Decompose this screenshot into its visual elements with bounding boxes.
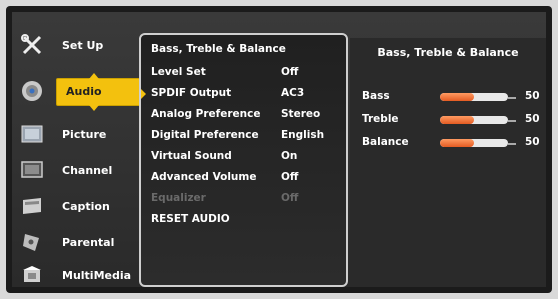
slider-track[interactable] xyxy=(440,93,508,101)
menu-item-reset-audio[interactable]: RESET AUDIO xyxy=(151,213,336,233)
detail-panel: Bass, Treble & Balance Bass 50 Treble 50… xyxy=(350,38,546,286)
sidebar-item-label: Caption xyxy=(62,199,110,213)
menu-item-value: On xyxy=(281,150,298,162)
menu-item-digital-preference[interactable]: Digital Preference English xyxy=(151,129,336,149)
sidebar-item-label: Channel xyxy=(62,163,113,177)
slider-label: Bass xyxy=(362,90,390,102)
sidebar-item-label: Picture xyxy=(62,127,107,141)
sidebar-item-label: MultiMedia xyxy=(62,268,132,282)
menu-item-label: Analog Preference xyxy=(151,108,261,120)
menu-item-label: RESET AUDIO xyxy=(151,213,230,225)
menu-item-advanced-volume[interactable]: Advanced Volume Off xyxy=(151,171,336,191)
detail-title: Bass, Treble & Balance xyxy=(377,46,519,59)
slider-value: 50 xyxy=(525,136,540,148)
sidebar-item-setup[interactable]: Set Up xyxy=(12,27,136,63)
menu-frame: Set Up Audio Picture Channel Caption Par… xyxy=(12,12,546,287)
sidebar-item-picture[interactable]: Picture xyxy=(12,116,136,152)
menu-item-value: Off xyxy=(281,171,299,183)
sidebar-item-label: Set Up xyxy=(62,38,104,52)
slider-value: 50 xyxy=(525,90,540,102)
audio-menu-panel: Bass, Treble & Balance Level Set Off SPD… xyxy=(139,33,348,287)
caption-icon xyxy=(20,195,44,217)
menu-item-value: Off xyxy=(281,192,299,204)
menu-item-label: Level Set xyxy=(151,66,206,78)
slider-fill xyxy=(440,93,474,101)
slider-tail xyxy=(508,143,516,145)
sidebar-item-parental[interactable]: Parental xyxy=(12,224,136,260)
sidebar-item-multimedia[interactable]: MultiMedia xyxy=(12,257,136,293)
slider-tail xyxy=(508,120,516,122)
menu-item-level-set[interactable]: Level Set Off xyxy=(151,66,336,86)
bass-slider[interactable]: Bass 50 xyxy=(362,90,546,110)
menu-item-label: Virtual Sound xyxy=(151,150,232,162)
menu-item-value: English xyxy=(281,129,325,141)
menu-item-value: AC3 xyxy=(281,87,305,99)
sidebar-item-caption[interactable]: Caption xyxy=(12,188,136,224)
sidebar-item-audio[interactable]: Audio xyxy=(12,73,136,109)
menu-item-equalizer: Equalizer Off xyxy=(151,192,336,212)
slider-value: 50 xyxy=(525,113,540,125)
sidebar-item-label: Parental xyxy=(62,235,115,249)
menu-item-label: Advanced Volume xyxy=(151,171,257,183)
sidebar: Set Up Audio Picture Channel Caption Par… xyxy=(12,12,148,287)
slider-track[interactable] xyxy=(440,116,508,124)
menu-item-label: Digital Preference xyxy=(151,129,259,141)
tools-icon xyxy=(20,34,44,56)
multimedia-icon xyxy=(20,264,44,286)
menu-item-value: Off xyxy=(281,66,299,78)
menu-title[interactable]: Bass, Treble & Balance xyxy=(151,43,286,55)
sidebar-item-label: Audio xyxy=(66,84,102,98)
slider-fill xyxy=(440,139,474,147)
menu-item-analog-preference[interactable]: Analog Preference Stereo xyxy=(151,108,336,128)
treble-slider[interactable]: Treble 50 xyxy=(362,113,546,133)
picture-icon xyxy=(20,123,44,145)
lock-icon xyxy=(20,231,44,253)
slider-label: Balance xyxy=(362,136,409,148)
menu-item-virtual-sound[interactable]: Virtual Sound On xyxy=(151,150,336,170)
slider-track[interactable] xyxy=(440,139,508,147)
balance-slider[interactable]: Balance 50 xyxy=(362,136,546,156)
menu-item-spdif-output[interactable]: SPDIF Output AC3 xyxy=(140,87,336,107)
tv-icon xyxy=(20,159,44,181)
sidebar-item-channel[interactable]: Channel xyxy=(12,152,136,188)
tv-screen: Set Up Audio Picture Channel Caption Par… xyxy=(6,6,552,293)
slider-fill xyxy=(440,116,474,124)
menu-item-label: SPDIF Output xyxy=(140,87,232,99)
menu-item-value: Stereo xyxy=(281,108,321,120)
slider-label: Treble xyxy=(362,113,399,125)
speaker-icon xyxy=(20,80,44,102)
slider-tail xyxy=(508,97,516,99)
menu-item-label: Equalizer xyxy=(151,192,206,204)
